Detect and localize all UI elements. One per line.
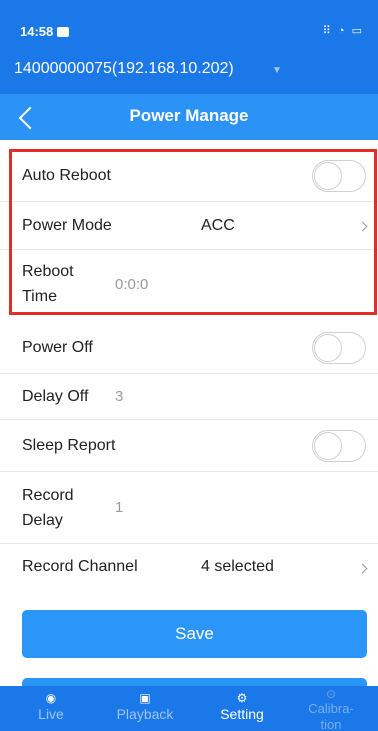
save-button[interactable]: Save — [22, 610, 367, 658]
highlight-box — [9, 149, 377, 315]
tab-calibration-label-1: Calibra- — [308, 701, 354, 716]
record-channel-row[interactable]: Record Channel 4 selected — [0, 544, 378, 590]
delay-off-row: Delay Off 3 — [0, 374, 378, 420]
page-title: Power Manage — [129, 106, 249, 125]
tab-calibration-label-2: tion — [320, 717, 342, 731]
dropdown-arrow-icon[interactable]: ▼ — [272, 65, 282, 76]
gear-icon: ⚙ — [236, 691, 248, 705]
tab-calibration[interactable]: ⊙ Calibra- tion — [284, 686, 378, 731]
system-icons: ⠿ ◔ ▭ — [322, 25, 364, 37]
device-name: 14000000075(192.168.10.202) — [14, 60, 234, 77]
status-time: 14:58 — [20, 24, 70, 39]
toggle-knob — [314, 432, 342, 460]
toggle-knob — [314, 334, 342, 362]
notification-icon — [57, 27, 70, 37]
tab-playback-label: Playback — [116, 706, 174, 722]
record-channel-label: Record Channel — [22, 558, 138, 575]
status-bar: 14:58 ⠿ ◔ ▭ — [0, 0, 378, 48]
tab-playback[interactable]: ▣ Playback — [98, 686, 192, 731]
record-delay-label-1: Record — [22, 487, 74, 504]
record-delay-value[interactable]: 1 — [115, 496, 123, 520]
record-channel-value: 4 selected — [201, 558, 274, 575]
tab-live-label: Live — [38, 706, 64, 722]
record-delay-label-2: Delay — [22, 512, 63, 529]
title-bar: Power Manage — [0, 94, 378, 140]
calibration-icon: ⊙ — [325, 687, 337, 701]
bottom-tab-bar: ◉ Live ▣ Playback ⚙ Setting ⊙ Calibra- t… — [0, 686, 378, 731]
chevron-right-icon — [357, 563, 368, 574]
delay-off-value[interactable]: 3 — [115, 385, 123, 409]
device-selector[interactable]: 14000000075(192.168.10.202) ▼ — [0, 48, 378, 94]
tab-setting[interactable]: ⚙ Setting — [195, 686, 289, 731]
record-delay-row: Record Delay 1 — [0, 472, 378, 544]
sleep-report-toggle[interactable] — [312, 430, 366, 462]
live-icon: ◉ — [45, 691, 57, 705]
delay-off-label: Delay Off — [22, 388, 89, 405]
power-off-row: Power Off — [0, 322, 378, 374]
power-off-label: Power Off — [22, 339, 93, 356]
power-off-toggle[interactable] — [312, 332, 366, 364]
tab-setting-label: Setting — [220, 706, 264, 722]
sleep-report-label: Sleep Report — [22, 437, 116, 454]
tab-live[interactable]: ◉ Live — [4, 686, 98, 731]
playback-icon: ▣ — [139, 691, 151, 705]
sleep-report-row: Sleep Report — [0, 420, 378, 472]
